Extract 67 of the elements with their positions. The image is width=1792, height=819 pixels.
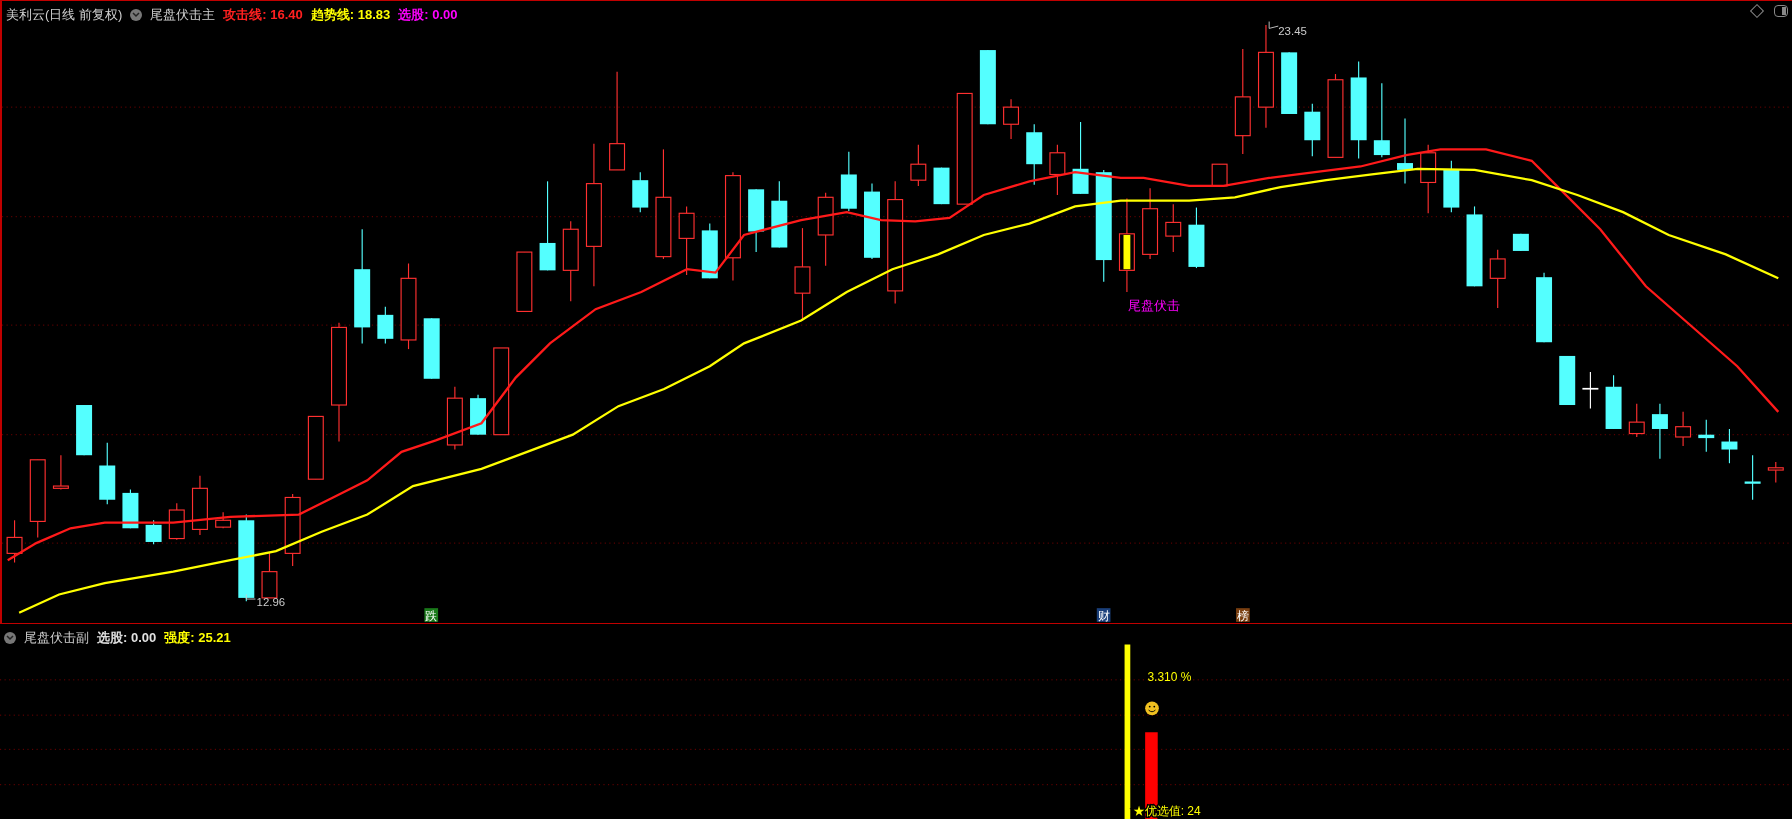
candlestick [6, 519, 23, 564]
candlestick [1489, 249, 1506, 309]
candlestick [701, 223, 718, 279]
candlestick [145, 519, 162, 545]
candlestick [1512, 233, 1529, 252]
candlestick [1721, 428, 1738, 464]
candlestick [1605, 374, 1622, 430]
candlestick [1536, 272, 1553, 343]
percent-label: 3.310 % [1147, 670, 1192, 684]
candlestick [52, 454, 69, 491]
price-label: 12.96 [245, 594, 286, 608]
candlestick [1049, 144, 1066, 196]
indicator-name: 尾盘伏击副 [24, 629, 89, 647]
price-label: 23.45 [1268, 21, 1307, 38]
dropdown-icon[interactable] [130, 8, 143, 21]
candlestick [168, 502, 185, 541]
candlestick [678, 205, 695, 276]
candlestick [1211, 163, 1228, 187]
indicator-readout: 选股: 0.00 [97, 629, 157, 647]
candlestick [261, 551, 278, 599]
candlestick [840, 151, 857, 212]
candlestick [122, 488, 139, 529]
candlestick [1443, 160, 1460, 213]
candlestick [99, 442, 116, 505]
marker-badge: 财 [1096, 608, 1111, 623]
indicator-name: 尾盘伏击主 [150, 6, 216, 24]
candlestick [1628, 403, 1645, 438]
candlestick [377, 306, 394, 344]
candlestick [1559, 355, 1576, 406]
marker-badge: 跌 [424, 608, 439, 623]
stock-name: 美利云(日线 前复权) [6, 6, 123, 24]
candlestick [632, 171, 649, 213]
candlestick [1767, 461, 1784, 484]
indicator-readout: 强度: 25.21 [164, 629, 231, 647]
candlestick [1582, 371, 1599, 409]
candlestick [516, 251, 533, 312]
candlestick [1651, 403, 1668, 460]
dropdown-icon[interactable] [4, 631, 16, 644]
candlestick [748, 188, 765, 253]
candlestick [1026, 123, 1043, 186]
candlestick [1420, 144, 1437, 214]
smiley-icon [1145, 701, 1159, 716]
candlestick [1281, 51, 1298, 115]
candlestick [910, 144, 927, 187]
candlestick [191, 475, 208, 536]
candlestick [423, 317, 440, 380]
marker-badge: 榜 [1236, 608, 1250, 623]
candlestick [307, 415, 324, 480]
candlestick [1304, 103, 1321, 157]
candlestick [1165, 203, 1182, 253]
indicator-readout: 攻击线: 16.40 [223, 6, 303, 24]
candlestick [771, 180, 788, 249]
indicator-readout: 选股: 0.00 [398, 6, 458, 24]
candlestick [1698, 419, 1715, 453]
candlestick [933, 167, 950, 205]
candlestick [215, 511, 232, 529]
candlestick [470, 394, 487, 436]
candlestick [1675, 411, 1692, 447]
candlestick [1188, 207, 1205, 269]
candlestick [1003, 98, 1020, 140]
candlestick [1397, 118, 1413, 185]
panel-toggle-icon[interactable] [1774, 5, 1788, 17]
indicator-readout: 趋势线: 18.83 [310, 6, 391, 24]
candlestick [1744, 454, 1761, 501]
candlestick [446, 386, 463, 451]
signal-label: 尾盘伏击 [1127, 299, 1180, 314]
candlestick [76, 404, 93, 456]
